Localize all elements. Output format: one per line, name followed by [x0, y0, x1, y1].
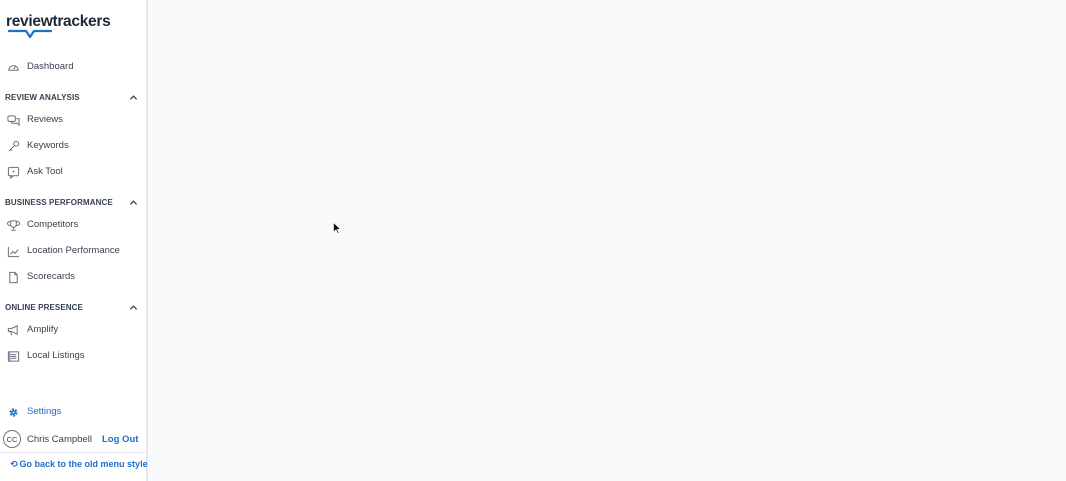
- nav-label-settings: Settings: [27, 406, 62, 417]
- nav-item-reviews[interactable]: Reviews: [0, 110, 146, 132]
- nav-label-local-listings: Local Listings: [27, 350, 85, 361]
- nav-label-reviews: Reviews: [27, 114, 63, 125]
- section-header-review-analysis[interactable]: REVIEW ANALYSIS: [0, 90, 146, 106]
- old-menu-footer: ⟲ Go back to the old menu style: [0, 452, 148, 474]
- section-header-business-performance[interactable]: BUSINESS PERFORMANCE: [0, 195, 146, 211]
- nav-label-keywords: Keywords: [27, 140, 69, 151]
- mouse-cursor-icon: [333, 222, 341, 234]
- section-header-online-presence[interactable]: ONLINE PRESENCE: [0, 300, 146, 316]
- nav-label-ask-tool: Ask Tool: [27, 166, 63, 177]
- nav-item-competitors[interactable]: Competitors: [0, 215, 146, 237]
- key-icon: [8, 140, 20, 152]
- main-content-area: [150, 0, 1066, 481]
- nav-item-settings[interactable]: Settings: [0, 402, 146, 424]
- megaphone-icon: [7, 325, 18, 336]
- nav-label-dashboard: Dashboard: [27, 61, 74, 72]
- user-row: CC Chris Campbell Log Out: [0, 429, 146, 449]
- user-name: Chris Campbell: [27, 434, 92, 445]
- gear-icon: [9, 408, 18, 417]
- dashboard-gauge-icon: [8, 65, 19, 71]
- section-title-review-analysis: REVIEW ANALYSIS: [5, 93, 80, 102]
- reviewtrackers-logo[interactable]: reviewtrackers: [6, 13, 111, 41]
- nav-label-scorecards: Scorecards: [27, 271, 76, 282]
- old-menu-label: Go back to the old menu style: [19, 459, 148, 469]
- sidebar: reviewtrackers Dashboard REVIEW ANALYSIS…: [0, 0, 148, 481]
- chevron-up-icon: [129, 95, 138, 100]
- nav-item-amplify[interactable]: Amplify: [0, 320, 146, 342]
- nav-item-keywords[interactable]: Keywords: [0, 136, 146, 158]
- nav-label-location-performance: Location Performance: [27, 245, 120, 256]
- nav-item-local-listings[interactable]: Local Listings: [0, 346, 146, 368]
- listings-icon: [7, 351, 20, 362]
- section-title-business-performance: BUSINESS PERFORMANCE: [5, 198, 113, 207]
- avatar[interactable]: CC: [3, 430, 21, 448]
- trophy-icon: [7, 220, 20, 231]
- chevron-up-icon: [129, 200, 138, 205]
- nav-item-ask-tool[interactable]: Ask Tool: [0, 162, 146, 184]
- nav-item-scorecards[interactable]: Scorecards: [0, 267, 146, 289]
- nav-label-amplify: Amplify: [27, 324, 59, 335]
- logo-swoosh-icon: [8, 29, 52, 39]
- logout-link[interactable]: Log Out: [102, 434, 138, 445]
- undo-icon: ⟲: [10, 459, 18, 469]
- chevron-up-icon: [129, 305, 138, 310]
- chat-bubbles-icon: [7, 115, 20, 127]
- section-title-online-presence: ONLINE PRESENCE: [5, 303, 83, 312]
- nav-item-location-performance[interactable]: Location Performance: [0, 241, 146, 263]
- document-icon: [9, 271, 18, 284]
- nav-label-competitors: Competitors: [27, 219, 79, 230]
- old-menu-link[interactable]: ⟲ Go back to the old menu style: [10, 459, 148, 470]
- nav-item-dashboard[interactable]: Dashboard: [0, 57, 146, 79]
- line-chart-icon: [7, 246, 20, 258]
- ask-chat-icon: [7, 166, 20, 179]
